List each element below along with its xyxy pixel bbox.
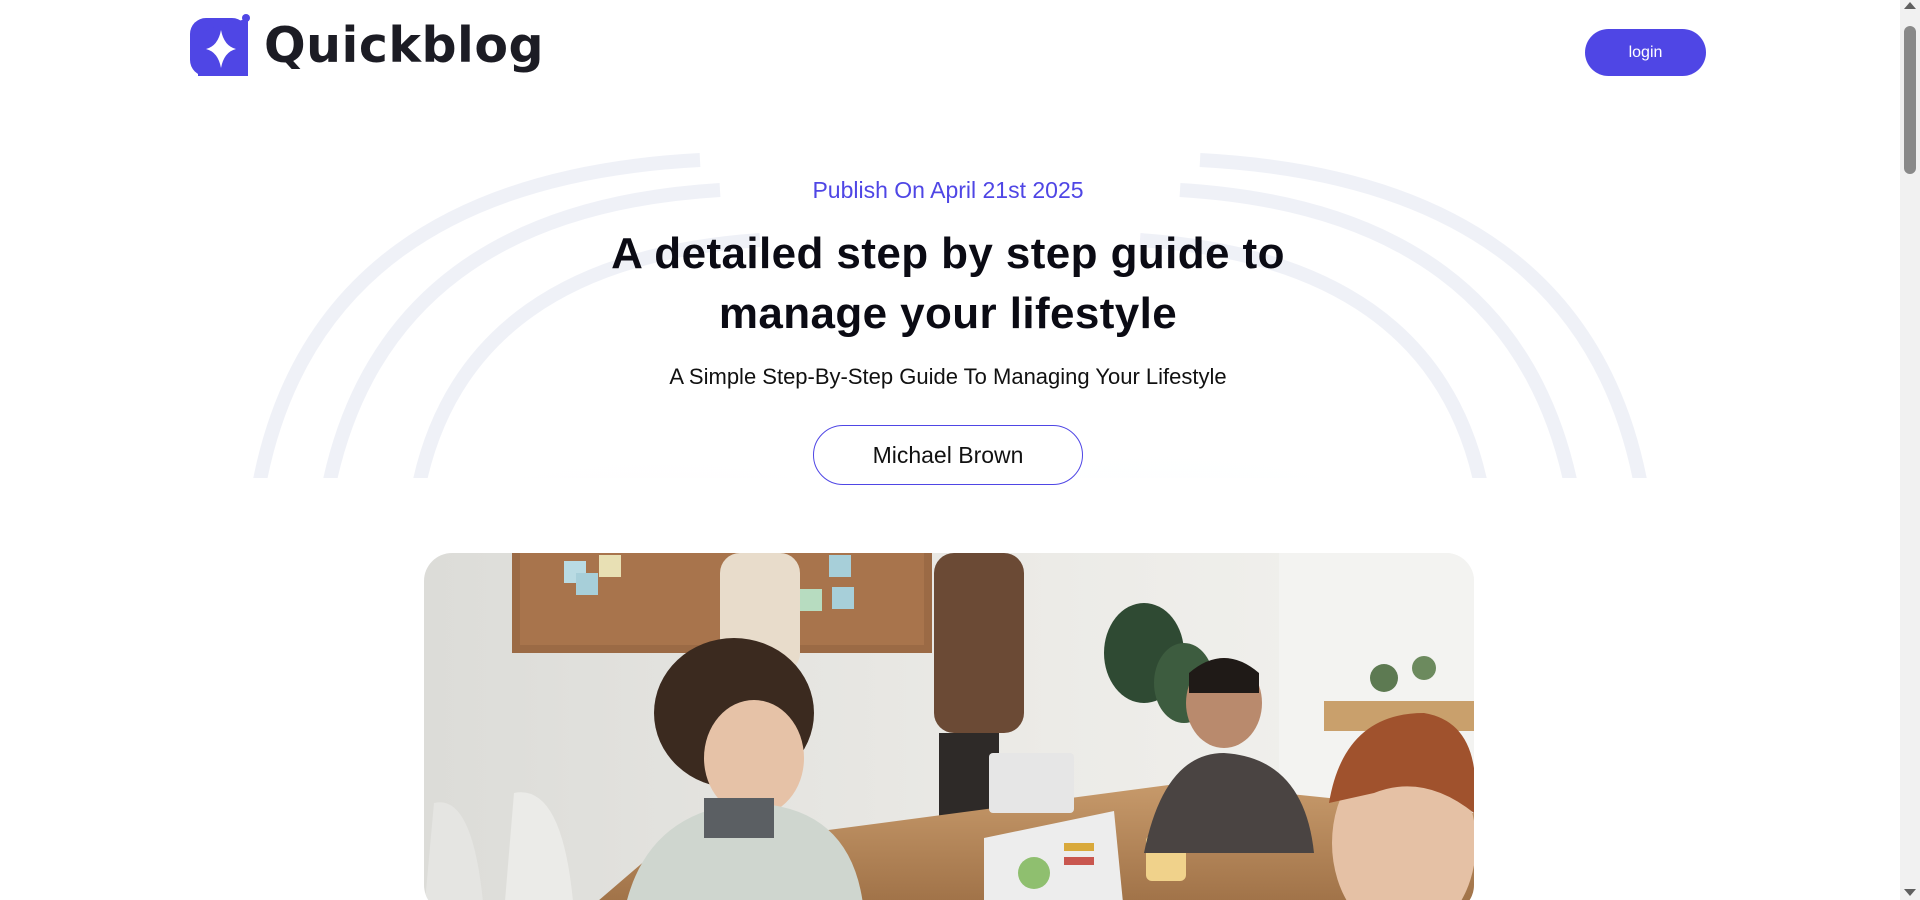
publish-date: Publish On April 21st 2025 — [812, 177, 1084, 203]
featured-image — [424, 553, 1474, 900]
article-title: A detailed step by step guide to manage … — [611, 229, 1285, 338]
author-button[interactable]: Michael Brown — [813, 425, 1083, 485]
scroll-up-arrow-icon[interactable] — [1904, 2, 1916, 9]
page: Quickblog login Publish On April 21st 20… — [0, 0, 1900, 900]
site-header: Quickblog login — [190, 14, 1706, 78]
article-subtitle: A Simple Step-By-Step Guide To Managing … — [669, 364, 1227, 389]
hero-section: Publish On April 21st 2025 A detailed st… — [0, 170, 1896, 485]
brand-name: Quickblog — [264, 16, 545, 74]
scroll-down-arrow-icon[interactable] — [1904, 889, 1916, 896]
login-button[interactable]: login — [1585, 29, 1706, 76]
scrollbar-thumb[interactable] — [1904, 26, 1916, 174]
brand-logo[interactable]: Quickblog — [190, 14, 544, 76]
office-meeting-photo — [424, 553, 1474, 900]
sparkle-logo-icon — [190, 14, 250, 76]
page-scrollbar[interactable] — [1900, 0, 1920, 900]
